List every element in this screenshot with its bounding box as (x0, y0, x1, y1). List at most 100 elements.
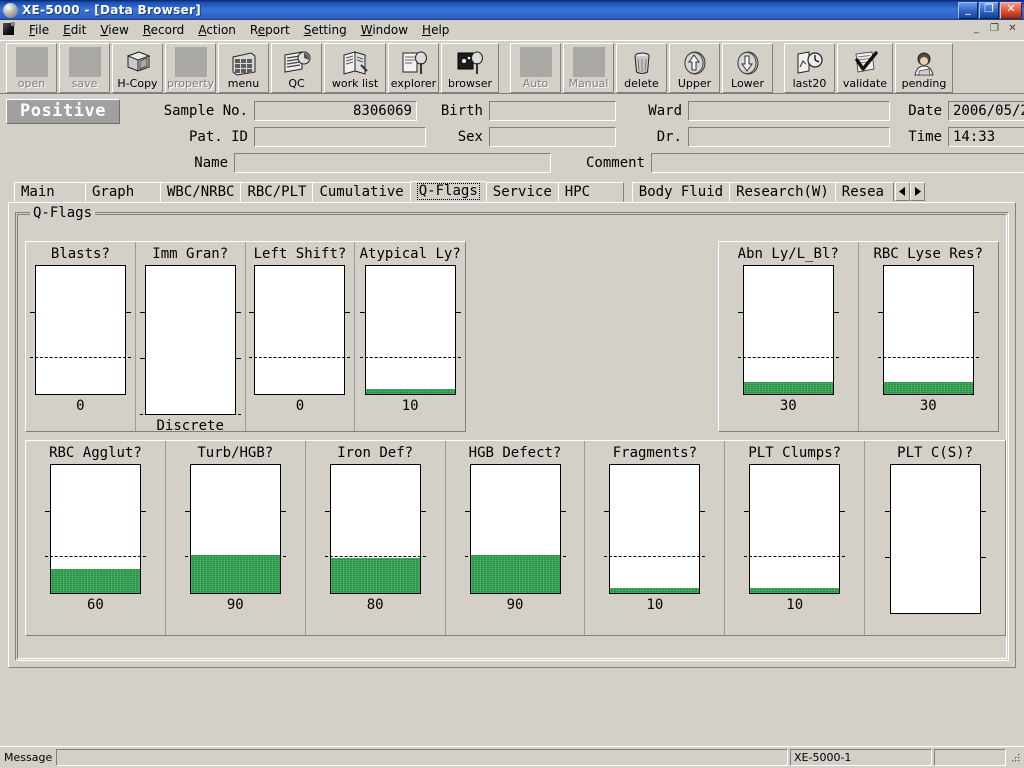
toolbar-button-manual[interactable]: Manual (563, 42, 614, 93)
birth-input[interactable] (489, 101, 616, 121)
q-flags-group-rbc-plt: RBC Agglut? 60 Turb/HGB? 90 Iron Def? 80… (25, 440, 1006, 636)
tab-service[interactable]: Service (485, 182, 559, 202)
q-flag-card-fragments[interactable]: Fragments? 10 (585, 441, 726, 635)
q-flag-value: 10 (786, 597, 804, 613)
toolbar-button-property[interactable]: property (165, 42, 216, 93)
status-instrument-pane: XE-5000-1 (790, 749, 932, 766)
time-input[interactable]: 14:33 (948, 127, 1024, 147)
q-flag-title: PLT C(S)? (897, 445, 974, 461)
toolbar-button-open[interactable]: open (6, 42, 57, 93)
sample-no-input[interactable]: 8306069 (254, 101, 417, 121)
toolbar-button-save[interactable]: save (59, 42, 110, 93)
mdi-document-icon[interactable] (2, 22, 18, 37)
menu-item-view[interactable]: View (93, 21, 135, 39)
q-flag-chart (877, 265, 979, 395)
tab-label: Graph (92, 184, 135, 200)
toolbar-button-delete[interactable]: delete (616, 42, 667, 93)
work-list-icon (340, 49, 370, 77)
date-input[interactable]: 2006/05/24 (948, 101, 1024, 121)
sex-input[interactable] (489, 127, 616, 147)
q-flag-card-plt-c-s[interactable]: PLT C(S)? (865, 441, 1005, 635)
toolbar-button-browser[interactable]: browser (441, 42, 499, 93)
q-flag-card-rbc-agglut[interactable]: RBC Agglut? 60 (26, 441, 166, 635)
q-flag-card-rbc-lyse-res[interactable]: RBC Lyse Res? 30 (859, 242, 999, 431)
q-flag-chart (184, 464, 286, 594)
q-flag-card-blasts[interactable]: Blasts? 0 (26, 242, 136, 431)
toolbar-button-upper[interactable]: Upper (669, 42, 720, 93)
toolbar-button-explorer[interactable]: explorer (388, 42, 439, 93)
window-minimize-button[interactable]: _ (958, 1, 978, 19)
toolbar-label: work list (331, 76, 379, 90)
menu-item-setting[interactable]: Setting (297, 21, 354, 39)
toolbar-label: delete (624, 76, 659, 90)
mdi-minimize-button[interactable]: _ (968, 22, 985, 37)
toolbar-button-qc[interactable]: QC (271, 42, 322, 93)
menu-item-help[interactable]: Help (415, 21, 456, 39)
axis-tick-left (359, 312, 366, 314)
threshold-line (139, 414, 241, 415)
q-flag-card-hgb-defect[interactable]: HGB Defect? 90 (446, 441, 586, 635)
tab-wbc-nrbc[interactable]: WBC/NRBC (160, 182, 242, 202)
tab-label: Research(W) (736, 184, 829, 200)
grid-menu-icon (229, 49, 259, 77)
axis-tick-right (234, 357, 241, 359)
tab-body-fluid[interactable]: Body Fluid (631, 182, 731, 202)
window-restore-button[interactable]: ❐ (979, 1, 999, 19)
q-flag-title: RBC Agglut? (49, 445, 142, 461)
q-flag-title: Turb/HGB? (197, 445, 274, 461)
tab-hpc[interactable]: HPC (557, 182, 624, 202)
menu-item-action[interactable]: Action (191, 21, 243, 39)
mdi-close-button[interactable]: ✕ (1004, 22, 1021, 37)
menu-item-file[interactable]: File (22, 21, 56, 39)
dr-input[interactable] (688, 127, 890, 147)
toolbar-button-last20[interactable]: last20 (784, 42, 835, 93)
q-flag-bar (470, 555, 560, 593)
axis-tick-left (884, 510, 891, 512)
q-flag-chart (604, 464, 706, 594)
tab-scroll-right-button[interactable] (909, 182, 925, 201)
ward-input[interactable] (688, 101, 890, 121)
comment-input[interactable] (651, 153, 1024, 173)
q-flag-chart (359, 265, 461, 395)
tab-scroll-left-button[interactable] (894, 182, 910, 201)
tab-main[interactable]: Main (14, 182, 86, 202)
toolbar-label: pending (901, 76, 947, 90)
toolbar-button-hcopy[interactable]: H-Copy (112, 42, 163, 93)
toolbar-label: QC (288, 76, 305, 90)
window-close-button[interactable]: ✕ (1000, 1, 1022, 19)
mdi-restore-button[interactable]: ❐ (986, 22, 1003, 37)
q-flag-card-abn-ly-l-bl[interactable]: Abn Ly/L_Bl? 30 (719, 242, 859, 431)
q-flag-card-plt-clumps[interactable]: PLT Clumps? 10 (725, 441, 866, 635)
toolbar-button-lower[interactable]: Lower (722, 42, 773, 93)
checkmarks-icon (850, 49, 880, 77)
q-flag-card-left-shift[interactable]: Left Shift? 0 (246, 242, 356, 431)
tab-cumulative[interactable]: Cumulative (312, 182, 411, 202)
tab-research-truncated[interactable]: Resea (834, 182, 894, 202)
tab-q-flags[interactable]: Q-Flags (409, 181, 487, 202)
toolbar-button-validate[interactable]: validate (837, 42, 893, 93)
toolbar-button-menu[interactable]: menu (218, 42, 269, 93)
axis-tick-left (737, 312, 744, 314)
toolbar-button-auto[interactable]: Auto (510, 42, 561, 93)
q-flag-card-atypical-ly[interactable]: Atypical Ly? 10 (355, 242, 465, 431)
q-flag-card-turb-hgb[interactable]: Turb/HGB? 90 (166, 441, 306, 635)
threshold-line (744, 555, 846, 557)
tab-graph[interactable]: Graph (85, 182, 161, 202)
resize-grip-icon[interactable] (1008, 751, 1022, 765)
status-bar: Message XE-5000-1 (0, 746, 1024, 768)
q-flag-card-iron-def[interactable]: Iron Def? 80 (306, 441, 446, 635)
tab-rbc-plt[interactable]: RBC/PLT (240, 182, 314, 202)
q-flag-card-imm-gran[interactable]: Imm Gran? Discrete (136, 242, 246, 434)
toolbar-button-work-list[interactable]: work list (324, 42, 386, 93)
menu-item-record[interactable]: Record (136, 21, 191, 39)
axis-tick-right (972, 312, 979, 314)
pat-id-input[interactable] (254, 127, 426, 147)
menu-item-edit[interactable]: Edit (56, 21, 93, 39)
menu-item-window[interactable]: Window (354, 21, 415, 39)
menu-item-report[interactable]: Report (243, 21, 297, 39)
name-input[interactable] (234, 153, 551, 173)
q-flag-title: Left Shift? (253, 246, 347, 262)
tab-research-w[interactable]: Research(W) (729, 182, 836, 202)
main-toolbar: open save H-Copy property menu QC work l… (0, 40, 1024, 94)
toolbar-button-pending[interactable]: pending (895, 42, 953, 93)
